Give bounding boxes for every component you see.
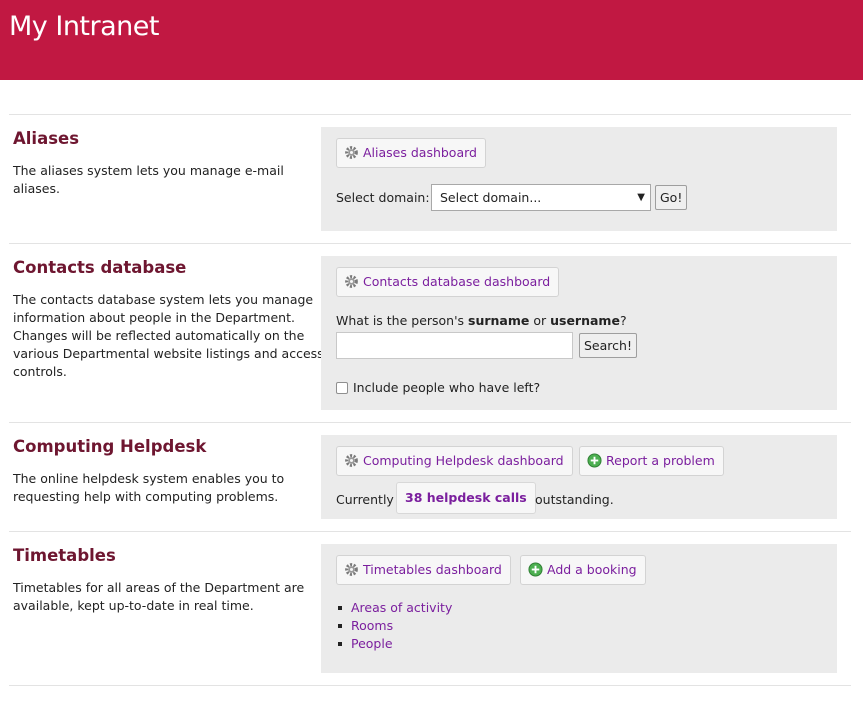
divider — [9, 685, 851, 686]
contacts-heading: Contacts database — [13, 258, 187, 277]
search-question: What is the person's surname or username… — [336, 313, 627, 328]
select-domain-label: Select domain: — [336, 190, 430, 205]
list-item: People — [336, 635, 452, 653]
helpdesk-description: The online helpdesk system enables you t… — [13, 471, 285, 504]
divider — [9, 114, 851, 115]
helpdesk-dashboard-label: Computing Helpdesk dashboard — [363, 453, 564, 468]
aliases-description: The aliases system lets you manage e-mai… — [13, 163, 284, 196]
timetables-heading: Timetables — [13, 546, 116, 565]
aliases-dashboard-label: Aliases dashboard — [363, 145, 477, 160]
contacts-dashboard-label: Contacts database dashboard — [363, 274, 551, 289]
gear-icon — [344, 559, 359, 587]
search-button[interactable]: Search! — [579, 333, 637, 358]
list-item: Rooms — [336, 617, 452, 635]
aliases-heading: Aliases — [13, 129, 80, 148]
list-item: Areas of activity — [336, 599, 452, 617]
plus-circle-icon — [528, 559, 543, 587]
rooms-link[interactable]: Rooms — [351, 618, 393, 633]
go-button[interactable]: Go! — [655, 185, 688, 210]
timetables-dashboard-label: Timetables dashboard — [363, 562, 502, 577]
outstanding-label: outstanding. — [535, 492, 614, 507]
aliases-dashboard-button[interactable]: Aliases dashboard — [336, 138, 486, 168]
contacts-dashboard-button[interactable]: Contacts database dashboard — [336, 267, 560, 299]
timetables-description: Timetables for all areas of the Departme… — [13, 580, 305, 613]
gear-icon — [344, 271, 359, 299]
gear-icon — [344, 450, 359, 478]
divider — [9, 243, 851, 244]
aliases-panel: Aliases dashboard Select domain: Select … — [321, 127, 837, 231]
areas-of-activity-link[interactable]: Areas of activity — [351, 600, 452, 615]
domain-select-value: Select domain... — [440, 190, 542, 205]
include-left-label: Include people who have left? — [353, 380, 541, 395]
timetables-dashboard-button[interactable]: Timetables dashboard — [336, 555, 511, 585]
divider — [9, 422, 851, 423]
chevron-down-icon: ▼ — [637, 192, 645, 203]
helpdesk-panel: Computing Helpdesk dashboard Report a pr… — [321, 435, 837, 519]
helpdesk-dashboard-button[interactable]: Computing Helpdesk dashboard — [336, 446, 573, 476]
add-booking-button[interactable]: Add a booking — [520, 555, 646, 585]
divider — [9, 531, 851, 532]
report-problem-label: Report a problem — [606, 453, 715, 468]
domain-select[interactable]: Select domain... ▼ — [431, 184, 651, 211]
site-header: My Intranet — [0, 0, 863, 80]
people-link[interactable]: People — [351, 636, 393, 651]
report-problem-button[interactable]: Report a problem — [579, 446, 724, 476]
person-search-input[interactable] — [336, 332, 573, 359]
gear-icon — [344, 142, 359, 170]
helpdesk-heading: Computing Helpdesk — [13, 437, 207, 456]
plus-circle-icon — [587, 450, 602, 478]
contacts-panel: Contacts database dashboard What is the … — [321, 256, 837, 410]
currently-label: Currently — [336, 492, 394, 507]
contacts-description: The contacts database system lets you ma… — [13, 292, 324, 379]
helpdesk-calls-link[interactable]: 38 helpdesk calls — [396, 482, 536, 514]
timetable-links: Areas of activity Rooms People — [336, 599, 452, 653]
include-left-checkbox[interactable] — [336, 382, 348, 394]
site-title: My Intranet — [9, 11, 159, 42]
add-booking-label: Add a booking — [547, 562, 637, 577]
timetables-panel: Timetables dashboard Add a booking Areas… — [321, 544, 837, 673]
